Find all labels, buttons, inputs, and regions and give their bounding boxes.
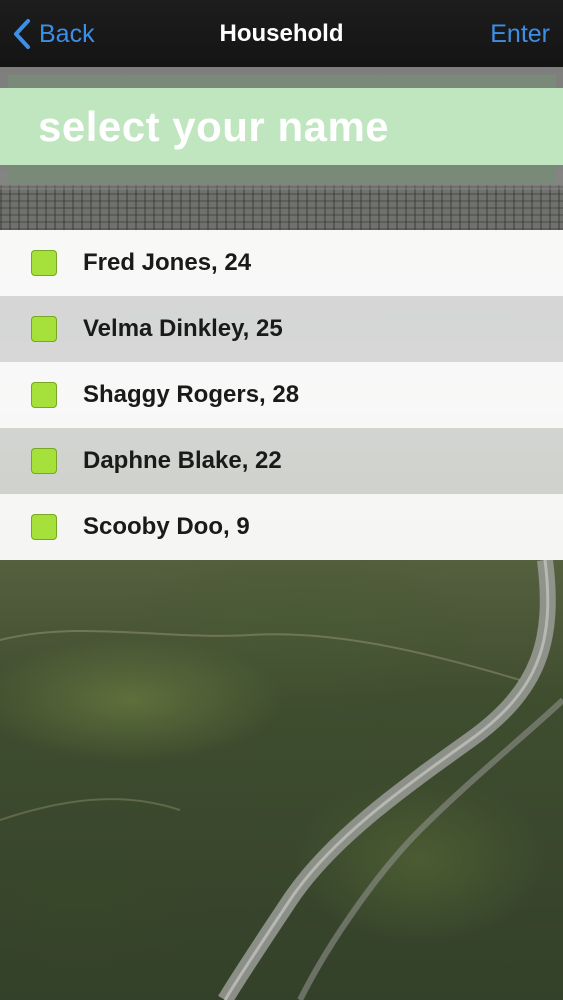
checkbox-icon[interactable] (31, 514, 57, 540)
back-button[interactable]: Back (12, 18, 95, 50)
person-name: Scooby Doo, 9 (83, 513, 250, 540)
person-name: Daphne Blake, 22 (83, 447, 282, 474)
checkbox-icon[interactable] (31, 316, 57, 342)
title-banner: select your name (0, 67, 563, 190)
checkbox-icon[interactable] (31, 448, 57, 474)
list-item[interactable]: Fred Jones, 24 (0, 230, 563, 296)
checkbox-icon[interactable] (31, 250, 57, 276)
person-name: Fred Jones, 24 (83, 249, 252, 276)
list-item[interactable]: Daphne Blake, 22 (0, 428, 563, 494)
back-label: Back (39, 19, 95, 48)
list-item[interactable]: Shaggy Rogers, 28 (0, 362, 563, 428)
person-name: Shaggy Rogers, 28 (83, 381, 300, 408)
list-item[interactable]: Velma Dinkley, 25 (0, 296, 563, 362)
checkbox-icon[interactable] (31, 382, 57, 408)
chevron-left-icon (14, 19, 30, 49)
banner-heading: select your name (38, 103, 390, 150)
enter-button[interactable]: Enter (490, 18, 550, 50)
person-name: Velma Dinkley, 25 (83, 315, 283, 342)
navigation-bar: Back Household Enter (0, 0, 563, 67)
list-item[interactable]: Scooby Doo, 9 (0, 494, 563, 560)
name-list: Fred Jones, 24 Velma Dinkley, 25 Shaggy … (0, 230, 563, 560)
banner-band: select your name (0, 88, 563, 165)
